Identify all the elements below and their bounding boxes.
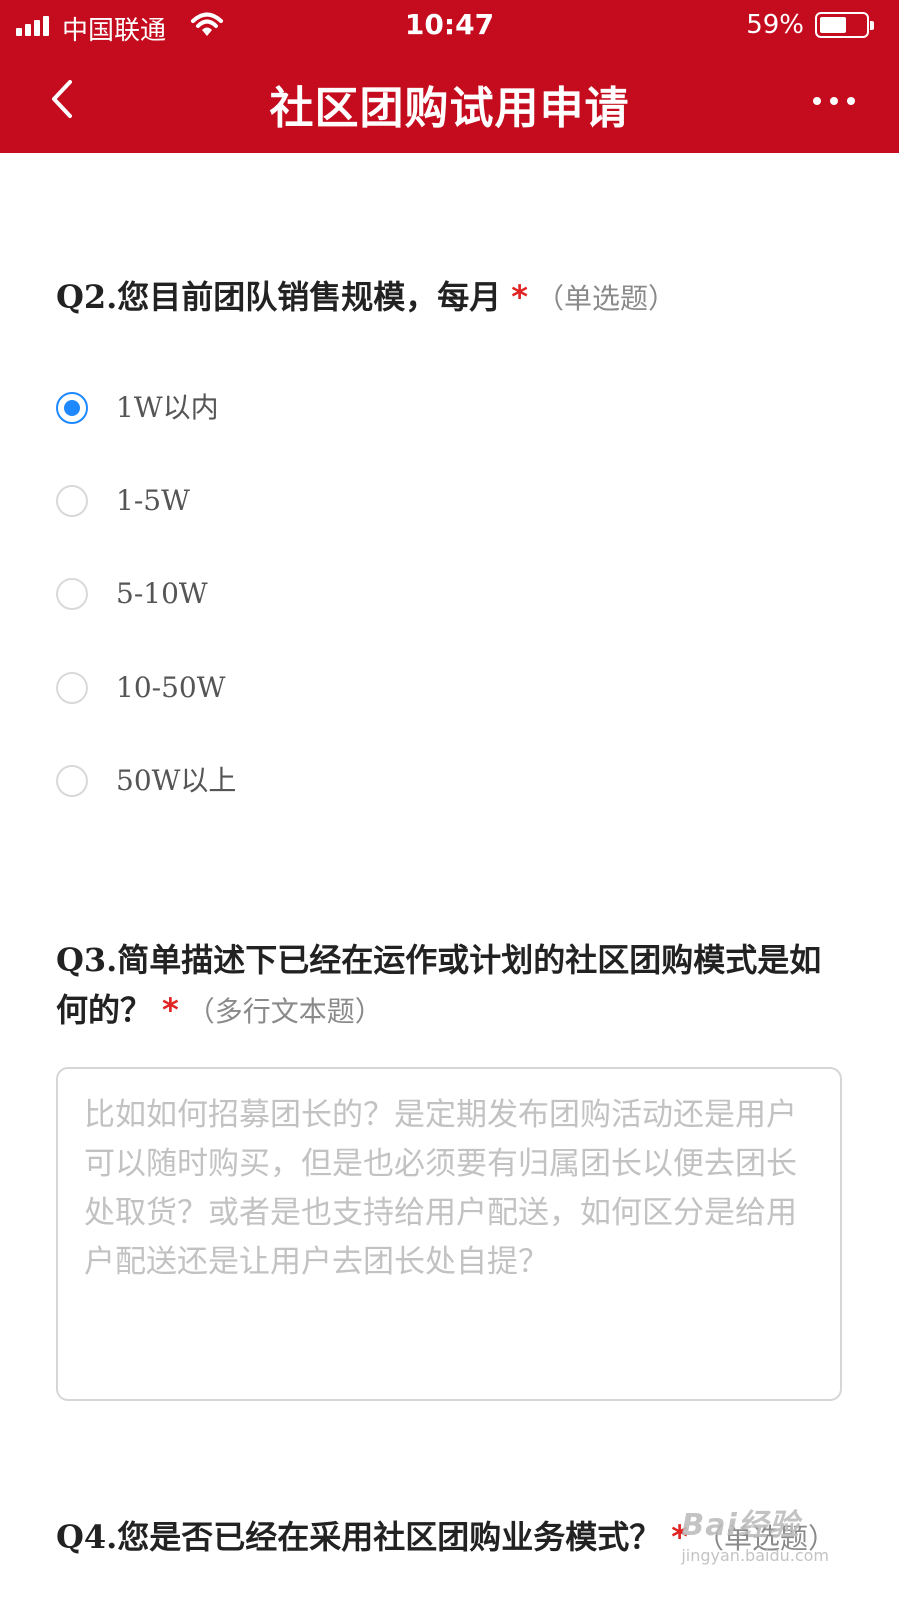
radio-option-1[interactable]: 1W以内 — [56, 387, 756, 433]
question-type: （多行文本题） — [186, 995, 383, 1028]
required-mark: * — [162, 991, 179, 1029]
question-text: Q2.您目前团队销售规模，每月 — [56, 278, 502, 316]
radio-button[interactable] — [56, 485, 88, 517]
nav-bar: 社区团购试用申请 — [0, 50, 899, 153]
radio-option-5[interactable]: 50W以上 — [56, 760, 756, 806]
option-label: 50W以上 — [116, 764, 237, 797]
option-label: 1-5W — [116, 484, 190, 517]
question-title-q2: Q2.您目前团队销售规模，每月 * （单选题） — [56, 272, 856, 324]
baidu-watermark-logo: Bai经验 jingyan.baidu.com — [681, 1500, 829, 1565]
watermark-sub: jingyan.baidu.com — [681, 1546, 829, 1565]
question-text: Q4.您是否已经在采用社区团购业务模式？ — [56, 1518, 662, 1556]
question-title-q3: Q3.简单描述下已经在运作或计划的社区团购模式是如何的？ * （多行文本题） — [56, 935, 846, 1037]
option-label: 1W以内 — [116, 391, 219, 424]
battery-icon — [815, 12, 874, 38]
status-bar: 中国联通 10:47 59% — [0, 0, 899, 50]
battery-percent: 59% — [746, 10, 804, 40]
radio-button-selected[interactable] — [56, 392, 88, 424]
app-header: 中国联通 10:47 59% 社区团购试用申请 — [0, 0, 899, 153]
radio-option-2[interactable]: 1-5W — [56, 480, 756, 526]
radio-button[interactable] — [56, 765, 88, 797]
radio-option-4[interactable]: 10-50W — [56, 667, 756, 713]
page-title: 社区团购试用申请 — [269, 83, 630, 134]
description-textarea[interactable] — [56, 1067, 842, 1401]
required-mark: * — [511, 278, 529, 316]
watermark-main: Bai经验 — [681, 1508, 800, 1543]
radio-button[interactable] — [56, 578, 88, 610]
radio-button[interactable] — [56, 672, 88, 704]
question-type: （单选题） — [536, 282, 677, 315]
option-label: 10-50W — [116, 671, 226, 704]
more-horizontal-icon[interactable] — [809, 80, 859, 120]
option-label: 5-10W — [116, 577, 208, 610]
radio-option-3[interactable]: 5-10W — [56, 573, 756, 619]
